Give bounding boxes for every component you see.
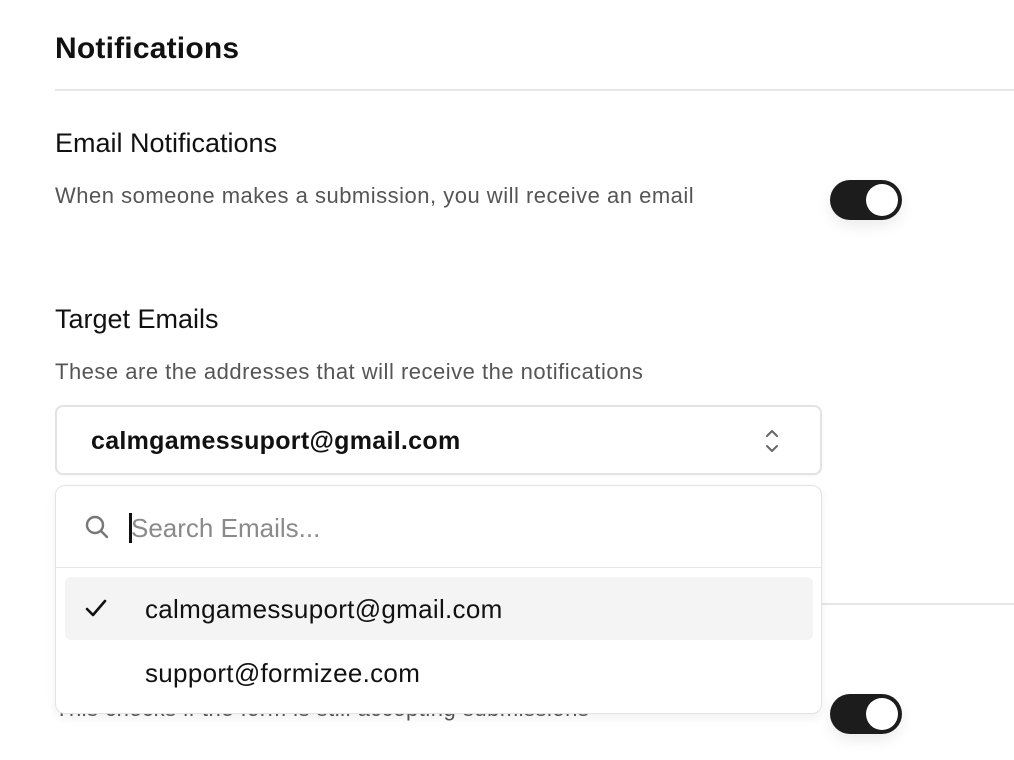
title-divider: [55, 89, 1014, 91]
email-option-selected[interactable]: calmgamessuport@gmail.com: [65, 577, 813, 640]
page-title: Notifications: [55, 32, 240, 65]
dropdown-search-row: [56, 486, 821, 568]
email-notifications-description: When someone makes a submission, you wil…: [55, 183, 695, 208]
chevron-up-down-icon: [766, 430, 778, 452]
target-emails-description: These are the addresses that will receiv…: [55, 359, 644, 384]
notifications-settings-page: Notifications Email Notifications When s…: [0, 0, 1014, 760]
toggle-knob: [866, 184, 898, 216]
target-emails-select[interactable]: calmgamessuport@gmail.com: [55, 405, 822, 475]
check-icon: [85, 599, 107, 617]
select-value: calmgamessuport@gmail.com: [91, 427, 461, 455]
email-option-label: support@formizee.com: [145, 658, 421, 688]
email-option[interactable]: support@formizee.com: [65, 641, 813, 704]
email-notifications-title: Email Notifications: [55, 128, 278, 158]
toggle-knob: [866, 698, 898, 730]
section-divider: [820, 603, 1014, 605]
email-option-label: calmgamessuport@gmail.com: [145, 594, 503, 624]
search-emails-input[interactable]: [129, 508, 789, 548]
text-caret: [129, 513, 132, 543]
accepting-submissions-toggle[interactable]: [830, 694, 902, 734]
target-emails-title: Target Emails: [55, 304, 219, 334]
email-notifications-toggle[interactable]: [830, 180, 902, 220]
search-icon: [85, 515, 109, 539]
target-emails-dropdown: calmgamessuport@gmail.com support@formiz…: [55, 485, 822, 714]
